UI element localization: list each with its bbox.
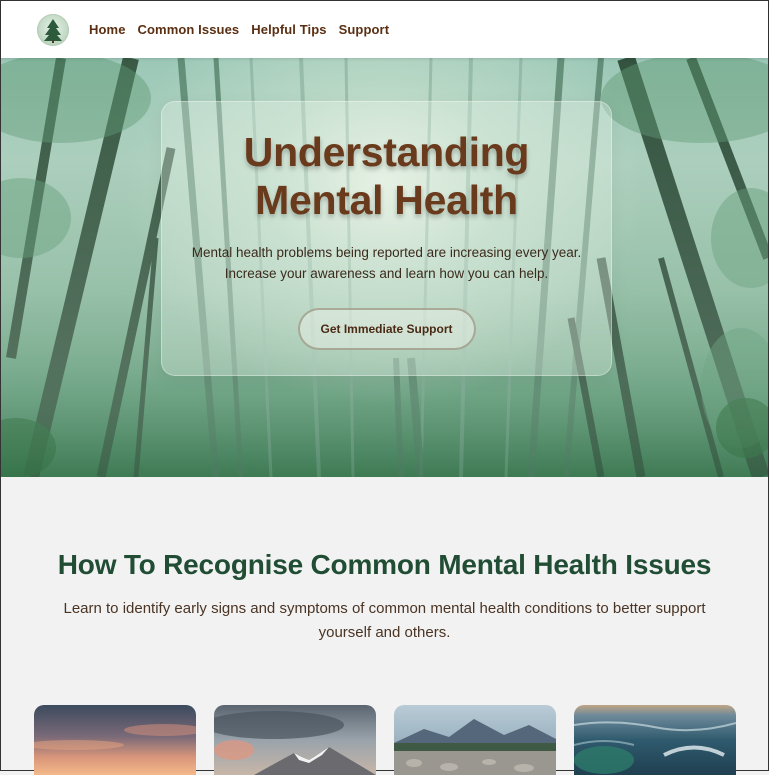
ocean-wave-image: [574, 705, 736, 775]
get-immediate-support-button[interactable]: Get Immediate Support: [297, 308, 476, 350]
section-title: How To Recognise Common Mental Health Is…: [57, 549, 712, 580]
hero-title-line-1: Understanding: [243, 129, 530, 175]
section-description: Learn to identify early signs and sympto…: [63, 600, 706, 641]
hero-description: Mental health problems being reported ar…: [162, 242, 611, 284]
card-mountain-lake[interactable]: [394, 705, 556, 775]
hero-title: Understanding Mental Health: [162, 128, 611, 224]
nav-link-home[interactable]: Home: [89, 22, 126, 37]
hero-card: Understanding Mental Health Mental healt…: [161, 101, 612, 376]
nav-link-helpful-tips[interactable]: Helpful Tips: [251, 22, 326, 37]
hero-description-line-1: Mental health problems being reported ar…: [191, 245, 582, 260]
card-sunset-sky[interactable]: [34, 705, 196, 775]
nav-link-common-issues[interactable]: Common Issues: [138, 22, 240, 37]
nav-link-support[interactable]: Support: [339, 22, 390, 37]
card-snowy-mountain[interactable]: [214, 705, 376, 775]
mountain-lake-pebbles-image: [394, 705, 556, 775]
top-navigation: Home Common Issues Helpful Tips Support: [1, 1, 768, 58]
hero-banner: Understanding Mental Health Mental healt…: [1, 58, 768, 477]
hero-title-line-2: Mental Health: [255, 177, 518, 223]
card-ocean-wave[interactable]: [574, 705, 736, 775]
snowy-mountain-image: [214, 705, 376, 775]
pine-tree-logo-icon[interactable]: [37, 13, 69, 46]
hero-description-line-2: Increase your awareness and learn how yo…: [224, 266, 549, 281]
sunset-sky-image: [34, 705, 196, 775]
